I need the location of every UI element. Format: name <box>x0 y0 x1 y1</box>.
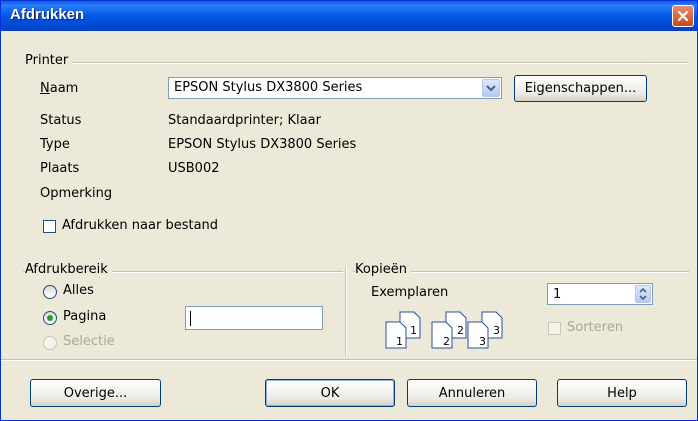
dropdown-button[interactable] <box>482 79 500 97</box>
name-label-accel: N <box>40 81 50 96</box>
location-value: USB002 <box>168 161 220 176</box>
name-label: Naam <box>40 81 78 96</box>
printer-select[interactable]: EPSON Stylus DX3800 Series <box>168 77 502 99</box>
spin-arrows-icon <box>639 287 647 301</box>
printer-group-line <box>23 62 689 64</box>
collate-checkbox[interactable] <box>548 322 561 335</box>
radio-pages[interactable] <box>43 311 57 325</box>
type-value: EPSON Stylus DX3800 Series <box>168 137 357 152</box>
properties-button[interactable]: Eigenschappen... <box>514 75 647 102</box>
print-range-group-label: Afdrukbereik <box>25 262 112 277</box>
radio-all-label[interactable]: Alles <box>63 283 94 298</box>
printer-select-value: EPSON Stylus DX3800 Series <box>174 80 363 95</box>
collate-label: Sorteren <box>567 320 623 335</box>
location-label: Plaats <box>40 161 80 176</box>
radio-selection-label: Selectie <box>63 334 115 349</box>
ok-button-label: OK <box>320 385 340 401</box>
more-button-label: Overige... <box>63 385 128 401</box>
chevron-down-icon <box>486 84 496 91</box>
name-label-rest: aam <box>49 81 79 96</box>
page-icon-label: 1 <box>410 324 417 337</box>
collate-pages-icon: 1 1 2 2 3 3 <box>385 311 503 349</box>
pages-input[interactable] <box>185 306 323 330</box>
copies-spinner[interactable]: 1 <box>547 283 653 305</box>
comment-label: Opmerking <box>40 186 113 201</box>
radio-all[interactable] <box>43 285 57 299</box>
window-title: Afdrukken <box>10 6 85 23</box>
more-button[interactable]: Overige... <box>30 379 161 407</box>
page-icon-label: 3 <box>479 335 486 348</box>
text-cursor <box>190 311 191 326</box>
printer-group-label: Printer <box>25 53 73 68</box>
copies-spinner-value: 1 <box>553 287 562 302</box>
cancel-button[interactable]: Annuleren <box>407 379 537 407</box>
help-button[interactable]: Help <box>557 379 687 407</box>
copies-group-label: Kopieën <box>355 262 411 277</box>
close-icon <box>677 10 689 22</box>
ok-button[interactable]: OK <box>265 379 395 407</box>
spin-buttons[interactable] <box>635 285 651 303</box>
print-to-file-checkbox[interactable] <box>43 220 56 233</box>
cancel-button-label: Annuleren <box>438 385 506 401</box>
page-icon-label: 3 <box>493 324 500 337</box>
properties-button-label: Eigenschappen... <box>524 81 637 96</box>
group-divider <box>345 267 347 355</box>
title-bar[interactable]: Afdrukken <box>1 1 697 31</box>
copies-label: Exemplaren <box>371 285 449 300</box>
radio-selection[interactable] <box>43 336 57 350</box>
status-value: Standaardprinter; Klaar <box>168 113 321 128</box>
print-to-file-label[interactable]: Afdrukken naar bestand <box>62 218 218 233</box>
bottom-separator <box>1 359 697 361</box>
help-button-label: Help <box>607 385 637 401</box>
page-icon-label: 2 <box>443 335 450 348</box>
radio-pages-label[interactable]: Pagina <box>63 309 106 324</box>
type-label: Type <box>40 137 70 152</box>
page-icon-label: 1 <box>396 335 403 348</box>
page-icon-label: 2 <box>457 324 464 337</box>
close-button[interactable] <box>672 5 694 27</box>
status-label: Status <box>40 113 82 128</box>
print-dialog: Afdrukken Printer Naam EPSON Stylus DX38… <box>0 0 698 421</box>
